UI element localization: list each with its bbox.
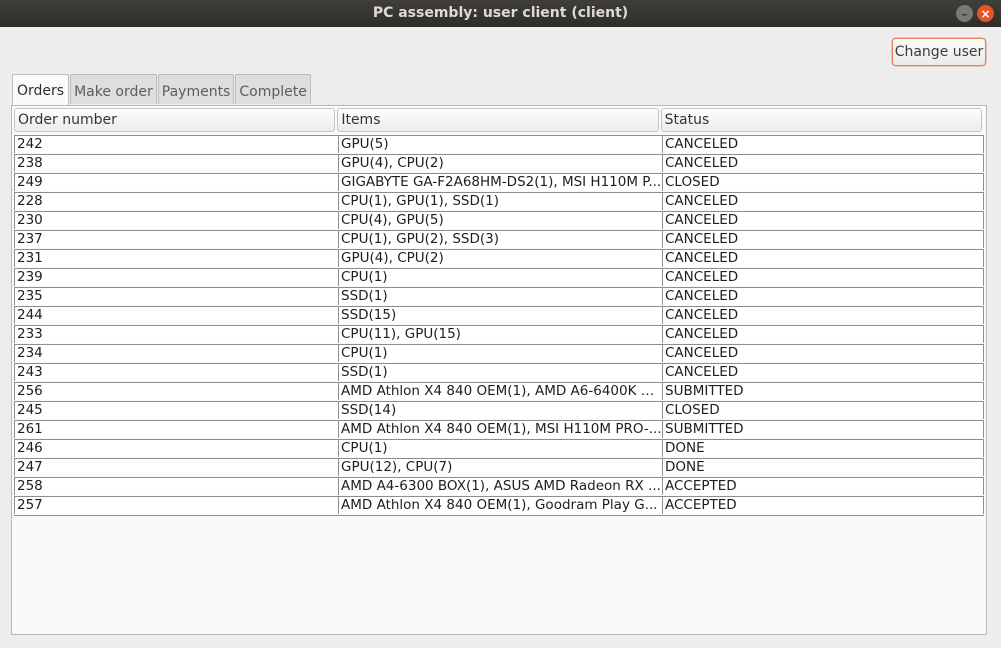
tab-make-order[interactable]: Make order <box>70 74 157 104</box>
items-cell: AMD Athlon X4 840 OEM(1), AMD A6-6400K O… <box>338 383 662 400</box>
status-cell: CANCELED <box>662 307 984 324</box>
order-number-cell: 261 <box>14 421 338 438</box>
order-number-cell: 243 <box>14 364 338 381</box>
items-cell: GPU(12), CPU(7) <box>338 459 662 476</box>
items-cell: CPU(4), GPU(5) <box>338 212 662 229</box>
table-row[interactable]: 233 CPU(11), GPU(15) CANCELED <box>14 326 984 345</box>
order-number-cell: 256 <box>14 383 338 400</box>
table-body: 242 GPU(5) CANCELED 238 GPU(4), CPU(2) CANCEL… <box>14 135 984 516</box>
table-row[interactable]: 238 GPU(4), CPU(2) CANCELED <box>14 155 984 174</box>
status-cell: CANCELED <box>662 193 984 210</box>
order-number-cell: 245 <box>14 402 338 419</box>
status-cell: DONE <box>662 440 984 457</box>
status-cell: CANCELED <box>662 364 984 381</box>
items-cell: SSD(14) <box>338 402 662 419</box>
order-number-cell: 237 <box>14 231 338 248</box>
table-row[interactable]: 242 GPU(5) CANCELED <box>14 136 984 155</box>
order-number-cell: 258 <box>14 478 338 495</box>
order-number-cell: 247 <box>14 459 338 476</box>
title-bar: PC assembly: user client (client) – × <box>0 0 1001 27</box>
table-row[interactable]: 247 GPU(12), CPU(7) DONE <box>14 459 984 478</box>
table-row[interactable]: 230 CPU(4), GPU(5) CANCELED <box>14 212 984 231</box>
order-number-cell: 228 <box>14 193 338 210</box>
window-title: PC assembly: user client (client) <box>372 5 629 21</box>
status-cell: CANCELED <box>662 326 984 343</box>
status-cell: SUBMITTED <box>662 383 984 400</box>
items-cell: AMD Athlon X4 840 OEM(1), MSI H110M PRO-… <box>338 421 662 438</box>
column-header-order-number[interactable]: Order number <box>14 108 336 132</box>
status-cell: CLOSED <box>662 174 984 191</box>
table-header: Order number Items Status <box>14 108 984 132</box>
column-header-items[interactable]: Items <box>337 108 659 132</box>
orders-table: Order number Items Status 242 GPU(5) CANCE… <box>14 108 984 516</box>
order-number-cell: 244 <box>14 307 338 324</box>
items-cell: CPU(1), GPU(1), SSD(1) <box>338 193 662 210</box>
tab-complete[interactable]: Complete <box>235 74 311 104</box>
minimize-icon[interactable]: – <box>956 5 973 22</box>
table-row[interactable]: 256 AMD Athlon X4 840 OEM(1), AMD A6-6400… <box>14 383 984 402</box>
table-row[interactable]: 244 SSD(15) CANCELED <box>14 307 984 326</box>
items-cell: GPU(4), CPU(2) <box>338 155 662 172</box>
table-row[interactable]: 245 SSD(14) CLOSED <box>14 402 984 421</box>
items-cell: AMD Athlon X4 840 OEM(1), Goodram Play G… <box>338 497 662 514</box>
column-header-status[interactable]: Status <box>660 108 982 132</box>
items-cell: SSD(15) <box>338 307 662 324</box>
items-cell: CPU(1) <box>338 269 662 286</box>
order-number-cell: 239 <box>14 269 338 286</box>
order-number-cell: 235 <box>14 288 338 305</box>
status-cell: SUBMITTED <box>662 421 984 438</box>
close-icon[interactable]: × <box>977 5 994 22</box>
tab-orders[interactable]: Orders <box>12 74 70 105</box>
status-cell: CANCELED <box>662 250 984 267</box>
items-cell: SSD(1) <box>338 364 662 381</box>
items-cell: GPU(5) <box>338 136 662 153</box>
orders-panel: Order number Items Status 242 GPU(5) CANCE… <box>11 105 987 635</box>
order-number-cell: 231 <box>14 250 338 267</box>
status-cell: CANCELED <box>662 288 984 305</box>
items-cell: SSD(1) <box>338 288 662 305</box>
order-number-cell: 233 <box>14 326 338 343</box>
order-number-cell: 242 <box>14 136 338 153</box>
table-row[interactable]: 231 GPU(4), CPU(2) CANCELED <box>14 250 984 269</box>
table-row[interactable]: 234 CPU(1) CANCELED <box>14 345 984 364</box>
table-row[interactable]: 246 CPU(1) DONE <box>14 440 984 459</box>
status-cell: CANCELED <box>662 212 984 229</box>
status-cell: CANCELED <box>662 269 984 286</box>
order-number-cell: 234 <box>14 345 338 362</box>
change-user-button[interactable]: Change user <box>892 38 986 66</box>
table-row[interactable]: 257 AMD Athlon X4 840 OEM(1), Goodram Pla… <box>14 497 984 516</box>
status-cell: DONE <box>662 459 984 476</box>
tab-payments[interactable]: Payments <box>157 74 235 104</box>
status-cell: CLOSED <box>662 402 984 419</box>
status-cell: ACCEPTED <box>662 497 984 514</box>
items-cell: GIGABYTE GA-F2A68HM-DS2(1), MSI H110M P.… <box>338 174 662 191</box>
items-cell: CPU(1) <box>338 440 662 457</box>
status-cell: CANCELED <box>662 345 984 362</box>
items-cell: AMD A4-6300 BOX(1), ASUS AMD Radeon RX .… <box>338 478 662 495</box>
items-cell: CPU(1), GPU(2), SSD(3) <box>338 231 662 248</box>
status-cell: CANCELED <box>662 155 984 172</box>
table-row[interactable]: 243 SSD(1) CANCELED <box>14 364 984 383</box>
items-cell: CPU(11), GPU(15) <box>338 326 662 343</box>
table-row[interactable]: 249 GIGABYTE GA-F2A68HM-DS2(1), MSI H110M… <box>14 174 984 193</box>
order-number-cell: 238 <box>14 155 338 172</box>
table-row[interactable]: 239 CPU(1) CANCELED <box>14 269 984 288</box>
tab-bar: Orders Make order Payments Complete <box>12 74 312 105</box>
window-controls: – × <box>956 5 994 22</box>
status-cell: CANCELED <box>662 231 984 248</box>
order-number-cell: 249 <box>14 174 338 191</box>
items-cell: CPU(1) <box>338 345 662 362</box>
table-row[interactable]: 237 CPU(1), GPU(2), SSD(3) CANCELED <box>14 231 984 250</box>
order-number-cell: 257 <box>14 497 338 514</box>
table-row[interactable]: 235 SSD(1) CANCELED <box>14 288 984 307</box>
order-number-cell: 246 <box>14 440 338 457</box>
table-row[interactable]: 258 AMD A4-6300 BOX(1), ASUS AMD Radeon R… <box>14 478 984 497</box>
table-row[interactable]: 261 AMD Athlon X4 840 OEM(1), MSI H110M P… <box>14 421 984 440</box>
order-number-cell: 230 <box>14 212 338 229</box>
table-row[interactable]: 228 CPU(1), GPU(1), SSD(1) CANCELED <box>14 193 984 212</box>
status-cell: ACCEPTED <box>662 478 984 495</box>
items-cell: GPU(4), CPU(2) <box>338 250 662 267</box>
status-cell: CANCELED <box>662 136 984 153</box>
